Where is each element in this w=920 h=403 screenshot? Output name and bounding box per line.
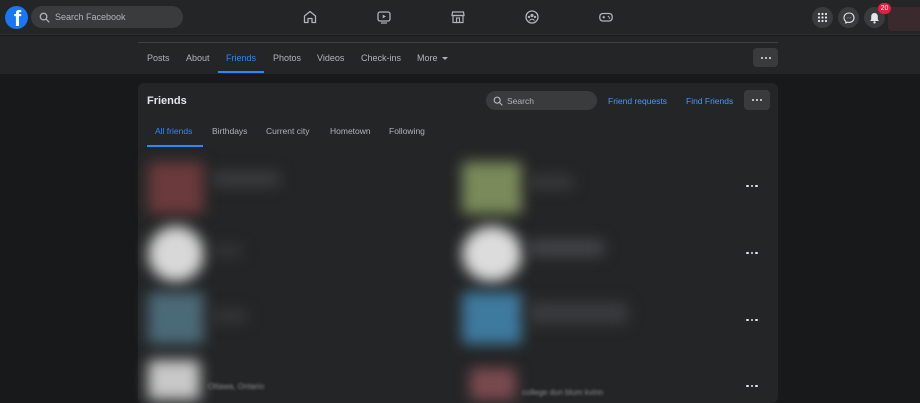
friend-avatar[interactable] xyxy=(148,360,200,400)
grid-menu-icon xyxy=(817,12,828,23)
facebook-search-input[interactable]: Search Facebook xyxy=(31,6,183,28)
friend-name-blurred[interactable] xyxy=(528,240,604,256)
tab-check-ins[interactable]: Check-ins xyxy=(361,53,401,63)
ellipsis-icon xyxy=(760,56,771,59)
profile-more-options-button[interactable] xyxy=(753,48,778,67)
friend-avatar[interactable] xyxy=(148,292,204,344)
facebook-logo-icon[interactable]: f xyxy=(5,6,28,29)
search-placeholder: Search Facebook xyxy=(55,12,126,22)
friend-options-button[interactable] xyxy=(746,383,760,389)
friend-avatar[interactable] xyxy=(462,292,522,344)
active-friends-tab-indicator xyxy=(147,145,203,147)
friend-requests-link[interactable]: Friend requests xyxy=(608,96,667,106)
bell-icon xyxy=(870,12,879,24)
friend-name-blurred[interactable] xyxy=(212,172,280,186)
search-icon xyxy=(493,96,503,106)
profile-divider xyxy=(138,42,778,43)
tab-following[interactable]: Following xyxy=(389,126,425,136)
friend-detail-blurred: Ottawa, Ontario xyxy=(208,382,265,391)
tab-current-city[interactable]: Current city xyxy=(266,126,309,136)
friend-avatar[interactable] xyxy=(462,226,522,282)
tab-friends[interactable]: Friends xyxy=(226,53,256,63)
friend-options-button[interactable] xyxy=(746,183,760,189)
tab-more[interactable]: More xyxy=(417,53,448,63)
menu-button[interactable] xyxy=(812,7,833,28)
tab-photos[interactable]: Photos xyxy=(273,53,301,63)
tab-hometown[interactable]: Hometown xyxy=(330,126,371,136)
friend-avatar[interactable] xyxy=(462,162,522,214)
account-avatar[interactable] xyxy=(888,7,920,31)
tab-more-label: More xyxy=(417,53,438,63)
friend-avatar[interactable] xyxy=(148,162,204,214)
friends-search-placeholder: Search xyxy=(507,95,534,106)
home-icon[interactable] xyxy=(302,9,318,25)
search-icon xyxy=(39,12,50,23)
friend-name-blurred[interactable] xyxy=(212,246,242,256)
logo-letter: f xyxy=(13,6,22,30)
messenger-icon xyxy=(842,11,855,24)
notification-count-badge: 20 xyxy=(878,3,891,14)
friend-name-blurred[interactable] xyxy=(528,302,628,324)
friend-name-blurred[interactable] xyxy=(528,176,574,188)
messenger-button[interactable] xyxy=(838,7,859,28)
tab-all-friends[interactable]: All friends xyxy=(155,126,192,136)
friends-search-input[interactable]: Search xyxy=(486,91,597,110)
friend-name-blurred[interactable] xyxy=(212,310,248,322)
gaming-icon[interactable] xyxy=(598,9,614,25)
ellipsis-icon xyxy=(752,99,762,101)
friend-avatar[interactable] xyxy=(470,368,516,400)
tab-birthdays[interactable]: Birthdays xyxy=(212,126,247,136)
friend-options-button[interactable] xyxy=(746,317,760,323)
caret-down-icon xyxy=(441,57,448,61)
watch-video-icon[interactable] xyxy=(376,9,392,25)
groups-icon[interactable] xyxy=(524,9,540,25)
find-friends-link[interactable]: Find Friends xyxy=(686,96,733,106)
tab-about[interactable]: About xyxy=(186,53,210,63)
marketplace-icon[interactable] xyxy=(450,9,466,25)
active-tab-indicator xyxy=(218,71,264,73)
friend-options-button[interactable] xyxy=(746,250,760,256)
friends-more-options-button[interactable] xyxy=(744,90,770,110)
friend-avatar[interactable] xyxy=(148,226,204,282)
tab-videos[interactable]: Videos xyxy=(317,53,344,63)
friends-card-title: Friends xyxy=(147,95,187,107)
tab-posts[interactable]: Posts xyxy=(147,53,170,63)
